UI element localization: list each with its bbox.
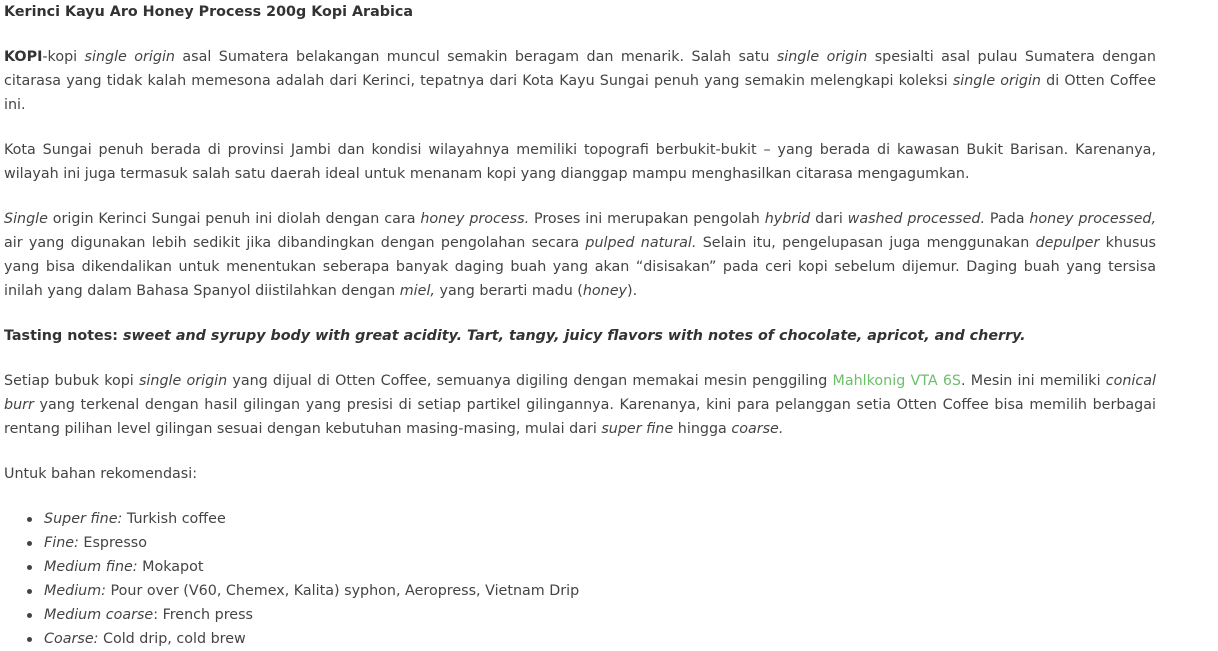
list-item: Medium coarse: French press: [27, 603, 1156, 627]
tasting-notes-text: sweet and syrupy body with great acidity…: [122, 328, 1026, 344]
list-item: Super fine: Turkish coffee: [27, 507, 1156, 531]
grind-level: Fine:: [44, 535, 79, 551]
region-paragraph: Kota Sungai penuh berada di provinsi Jam…: [4, 138, 1156, 186]
grind-use: : French press: [153, 607, 253, 623]
list-item: Medium fine: Mokapot: [27, 555, 1156, 579]
grind-use: Mokapot: [137, 559, 204, 575]
text-segment: Pada: [985, 211, 1030, 227]
text-segment: -kopi: [42, 49, 85, 65]
emphasis: single origin: [138, 373, 228, 389]
product-description: Kerinci Kayu Aro Honey Process 200g Kopi…: [4, 0, 1156, 651]
text-segment: . Mesin ini memiliki: [961, 373, 1106, 389]
grind-level: Medium coarse: [44, 607, 154, 623]
emphasis: coarse.: [731, 421, 784, 437]
text-segment: Proses ini merupakan pengolah: [529, 211, 765, 227]
text-segment: dari: [810, 211, 848, 227]
grind-level: Coarse:: [44, 631, 99, 647]
text-segment: origin Kerinci Sungai penuh ini diolah d…: [47, 211, 421, 227]
text-segment: air yang digunakan lebih sedikit jika di…: [4, 235, 586, 251]
grind-level: Super fine:: [44, 511, 123, 527]
emphasis: honey: [582, 283, 628, 299]
emphasis: Single: [4, 211, 48, 227]
emphasis: single origin: [84, 49, 175, 65]
text-segment: Kota Sungai penuh berada di provinsi Jam…: [4, 142, 1156, 182]
tasting-notes-label: Tasting notes:: [4, 328, 123, 344]
text-segment: Selain itu, pengelupasan juga menggunaka…: [696, 235, 1036, 251]
text-segment: hingga: [673, 421, 732, 437]
product-title: Kerinci Kayu Aro Honey Process 200g Kopi…: [4, 4, 413, 20]
grinding-paragraph: Setiap bubuk kopi single origin yang dij…: [4, 369, 1156, 441]
intro-paragraph: KOPI-kopi single origin asal Sumatera be…: [4, 45, 1156, 117]
emphasis: hybrid: [764, 211, 811, 227]
intro-keyword: KOPI: [4, 49, 43, 65]
list-item: Fine: Espresso: [27, 531, 1156, 555]
text-segment: yang terkenal dengan hasil gilingan yang…: [4, 397, 1156, 437]
emphasis: single origin: [952, 73, 1041, 89]
list-item: Coarse: Cold drip, cold brew: [27, 627, 1156, 651]
emphasis: washed processed.: [847, 211, 986, 227]
text-segment: yang berarti madu (: [434, 283, 583, 299]
text-segment: ).: [627, 283, 638, 299]
process-paragraph: Single origin Kerinci Sungai penuh ini d…: [4, 207, 1156, 303]
grind-level-list: Super fine: Turkish coffee Fine: Espress…: [4, 507, 1156, 651]
text-segment: Untuk bahan rekomendasi:: [4, 466, 198, 482]
grind-use: Pour over (V60, Chemex, Kalita) syphon, …: [105, 583, 580, 599]
emphasis: super fine: [601, 421, 674, 437]
emphasis: pulped natural.: [585, 235, 697, 251]
emphasis: honey process.: [420, 211, 530, 227]
grinder-link[interactable]: Mahlkonig VTA 6S: [833, 373, 962, 389]
tasting-notes: Tasting notes: sweet and syrupy body wit…: [4, 324, 1156, 348]
grind-use: Cold drip, cold brew: [98, 631, 246, 647]
recommendation-intro: Untuk bahan rekomendasi:: [4, 462, 1156, 486]
list-item: Medium: Pour over (V60, Chemex, Kalita) …: [27, 579, 1156, 603]
emphasis: depulper: [1035, 235, 1100, 251]
grind-level: Medium:: [44, 583, 106, 599]
grind-use: Espresso: [78, 535, 147, 551]
text-segment: yang dijual di Otten Coffee, semuanya di…: [227, 373, 833, 389]
text-segment: asal Sumatera belakangan muncul semakin …: [174, 49, 777, 65]
grind-use: Turkish coffee: [122, 511, 226, 527]
emphasis: honey processed,: [1029, 211, 1156, 227]
grind-level: Medium fine:: [44, 559, 138, 575]
emphasis: miel,: [399, 283, 435, 299]
emphasis: single origin: [776, 49, 868, 65]
text-segment: Setiap bubuk kopi: [4, 373, 139, 389]
